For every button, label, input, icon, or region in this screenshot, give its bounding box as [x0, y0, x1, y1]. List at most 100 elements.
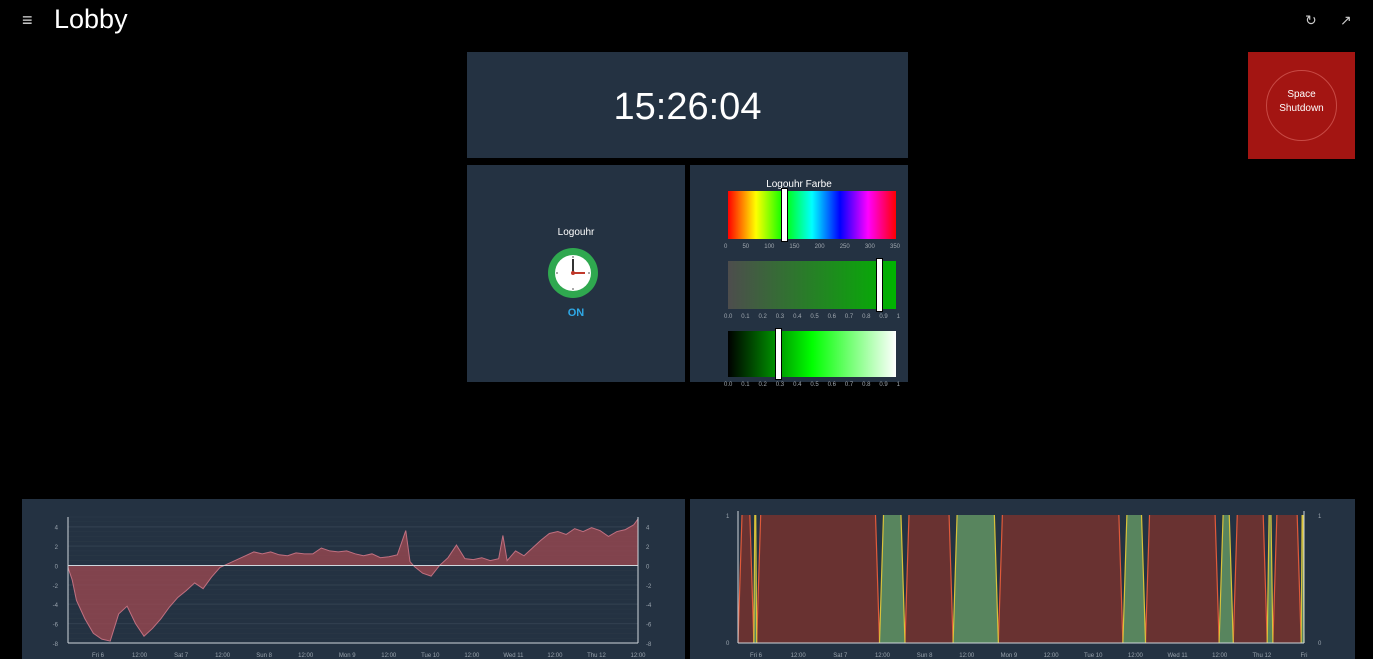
y-tick-label: 0 [55, 564, 59, 570]
hue-slider-handle[interactable] [782, 189, 787, 241]
x-tick-label: 12:00 [875, 653, 891, 659]
tick-label: 0.1 [741, 382, 750, 388]
lightness-slider-handle[interactable] [776, 329, 782, 379]
x-tick-label: 12:00 [298, 653, 314, 659]
tick-label: 0.5 [810, 382, 819, 388]
y-tick-label-right: 2 [646, 545, 650, 551]
tick-label: 300 [864, 244, 875, 250]
clock-time: 15:26:04 [613, 86, 762, 128]
tick-label: 0.3 [775, 382, 785, 388]
tick-label: 1 [896, 382, 900, 388]
switch-state: ON [567, 307, 585, 319]
state-chart[interactable]: 1 0 1 0 Fri 6 12:00 Sat 7 12:00 Sun 8 12:00 Mon 9 1… [690, 499, 1355, 659]
y-tick-label: 1 [726, 514, 730, 520]
tick-label: 150 [789, 244, 800, 250]
y-tick-label: 2 [55, 545, 59, 551]
x-tick-label: 12:00 [959, 653, 975, 659]
tick-label: 0 [724, 244, 728, 250]
x-tick-label: 12:00 [381, 653, 397, 659]
hue-ticks: 0 50 100 150 200 250 300 350 [724, 244, 900, 250]
refresh-icon[interactable]: ↻ [1305, 12, 1317, 29]
x-tick-label: Thu 12 [587, 653, 606, 659]
tick-label: 0.7 [844, 314, 854, 320]
hue-slider[interactable] [728, 189, 896, 241]
tick-label: 0.1 [741, 314, 750, 320]
x-tick-label: Fri [1301, 653, 1308, 659]
shutdown-label-line2: Shutdown [1279, 103, 1324, 114]
y-tick-label: -2 [53, 584, 59, 590]
clock-tile: 15:26:04 [467, 52, 908, 158]
x-tick-label: Thu 12 [1253, 653, 1272, 659]
hamburger-icon[interactable]: ≡ [22, 10, 33, 31]
x-tick-label: 12:00 [215, 653, 231, 659]
off-area [1233, 515, 1268, 643]
tick-label: 0.2 [758, 314, 767, 320]
x-tick-label: Sun 8 [917, 653, 933, 659]
y-tick-label-right: 1 [1318, 514, 1322, 520]
color-picker-title: Logouhr Farbe [766, 179, 832, 190]
y-tick-label-right: -8 [646, 642, 652, 648]
x-tick-label: Fri 6 [750, 653, 763, 659]
tick-label: 0.3 [775, 314, 785, 320]
x-tick-label: 12:00 [1128, 653, 1144, 659]
y-tick-label: -6 [53, 623, 59, 629]
x-tick-label: Sun 8 [256, 653, 272, 659]
x-tick-label: 12:00 [132, 653, 148, 659]
x-tick-label: 12:00 [1212, 653, 1228, 659]
shutdown-label-line1: Space [1287, 89, 1316, 100]
x-tick-label: Mon 9 [1001, 653, 1018, 659]
saturation-slider[interactable] [728, 259, 896, 311]
tick-label: 0.4 [793, 314, 802, 320]
color-picker-tile: Logouhr Farbe 0 50 100 150 200 250 300 350 0.0 0… [690, 165, 908, 388]
space-shutdown-button[interactable]: Space Shutdown [1248, 52, 1355, 159]
x-tick-label: Wed 11 [1167, 653, 1188, 659]
switch-tile[interactable]: Logouhr ON [467, 165, 685, 382]
clock-icon[interactable] [547, 247, 599, 299]
x-tick-label: 12:00 [630, 653, 646, 659]
temperature-chart[interactable]: 4 4 2 2 0 0 -2 -2 -4 -4 -6 -6 -8 -8 Fri 6 12:00 Sat 7 12:… [22, 499, 685, 659]
temperature-chart-tile: 4 4 2 2 0 0 -2 -2 -4 -4 -6 -6 -8 -8 Fri 6 12:00 Sat 7 12:… [22, 499, 685, 659]
y-tick-label-right: -2 [646, 584, 652, 590]
tick-label: 0.0 [724, 314, 733, 320]
off-area [998, 515, 1123, 643]
tick-label: 0.2 [758, 382, 767, 388]
y-tick-label-right: -4 [646, 603, 652, 609]
off-area [904, 515, 954, 643]
tick-label: 0.6 [827, 382, 836, 388]
x-tick-label: Mon 9 [339, 653, 356, 659]
tick-label: 350 [889, 244, 900, 250]
x-tick-label: Fri 6 [92, 653, 105, 659]
page-title: Lobby [54, 4, 128, 34]
tick-label: 0.4 [793, 382, 802, 388]
x-tick-label: 12:00 [464, 653, 480, 659]
lightness-ticks: 0.0 0.1 0.2 0.3 0.4 0.5 0.6 0.7 0.8 0.9 1 [724, 382, 900, 388]
shutdown-label: Space Shutdown [1248, 88, 1355, 116]
tick-label: 1 [896, 314, 900, 320]
off-area [1272, 515, 1302, 643]
tick-label: 0.8 [862, 382, 871, 388]
expand-icon[interactable]: ↗ [1340, 12, 1352, 29]
y-tick-label-right: 0 [646, 564, 650, 570]
x-tick-label: 12:00 [1044, 653, 1060, 659]
x-tick-label: 12:00 [791, 653, 807, 659]
off-area [756, 515, 880, 643]
state-chart-tile: 1 0 1 0 Fri 6 12:00 Sat 7 12:00 Sun 8 12:00 Mon 9 1… [690, 499, 1355, 659]
y-tick-label: 4 [55, 526, 59, 532]
tick-label: 0.9 [879, 314, 888, 320]
tick-label: 0.6 [827, 314, 836, 320]
saturation-ticks: 0.0 0.1 0.2 0.3 0.4 0.5 0.6 0.7 0.8 0.9 1 [724, 314, 900, 320]
x-tick-label: 12:00 [547, 653, 563, 659]
y-tick-label-right: -6 [646, 623, 652, 629]
y-tick-label-right: 4 [646, 526, 650, 532]
tick-label: 0.9 [879, 382, 888, 388]
saturation-slider-handle[interactable] [877, 259, 883, 311]
off-area [1145, 515, 1220, 643]
y-tick-label: 0 [726, 641, 730, 647]
lightness-slider[interactable] [728, 329, 896, 379]
y-tick-label: -4 [53, 603, 59, 609]
tick-label: 0.5 [810, 314, 819, 320]
x-tick-label: Sat 7 [833, 653, 848, 659]
tick-label: 0.0 [724, 382, 733, 388]
y-tick-label-right: 0 [1318, 641, 1322, 647]
tick-label: 100 [764, 244, 775, 250]
